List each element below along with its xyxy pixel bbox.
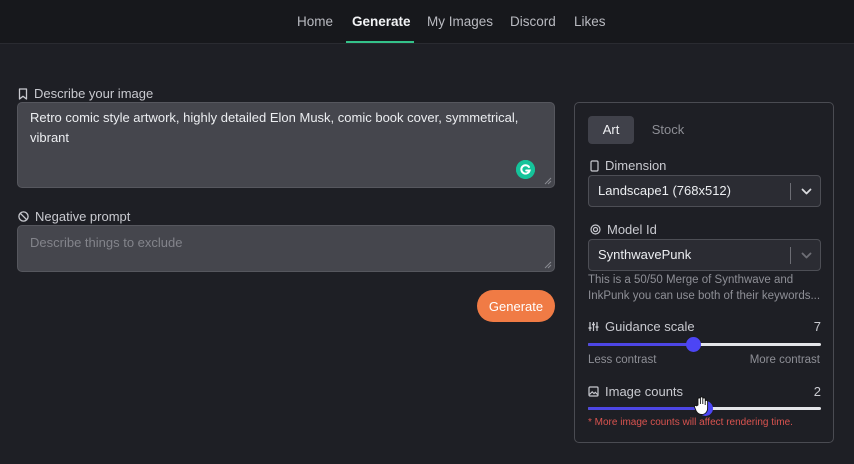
model-id-select[interactable]: SynthwavePunk bbox=[588, 239, 821, 271]
image-counts-fill bbox=[588, 407, 705, 410]
generate-button[interactable]: Generate bbox=[477, 290, 555, 322]
chevron-down-icon[interactable] bbox=[801, 250, 812, 261]
resize-handle-icon[interactable] bbox=[544, 261, 552, 269]
settings-panel: Art Stock Dimension Landscape1 (768x512)… bbox=[574, 102, 834, 443]
guidance-scale-label: Guidance scale bbox=[588, 319, 695, 334]
guidance-scale-thumb[interactable] bbox=[685, 337, 701, 352]
nav-generate[interactable]: Generate bbox=[352, 14, 411, 29]
top-nav: Home Generate My Images Discord Likes bbox=[0, 0, 854, 44]
ban-icon bbox=[18, 211, 29, 222]
negative-prompt-input[interactable]: Describe things to exclude bbox=[17, 225, 555, 272]
dimension-label-text: Dimension bbox=[605, 158, 667, 173]
select-separator bbox=[790, 247, 791, 264]
tab-stock[interactable]: Stock bbox=[644, 116, 692, 144]
model-id-select-value: SynthwavePunk bbox=[598, 247, 692, 262]
negative-prompt-label-text: Negative prompt bbox=[35, 209, 131, 224]
guidance-scale-value: 7 bbox=[813, 319, 821, 334]
tablet-icon bbox=[590, 159, 599, 172]
image-counts-warning: * More image counts will affect renderin… bbox=[588, 417, 793, 428]
dimension-select-value: Landscape1 (768x512) bbox=[598, 183, 731, 198]
guidance-scale-label-text: Guidance scale bbox=[605, 319, 695, 334]
dimension-select[interactable]: Landscape1 (768x512) bbox=[588, 175, 821, 207]
negative-prompt-placeholder: Describe things to exclude bbox=[30, 235, 183, 250]
hand-cursor-icon bbox=[694, 396, 709, 415]
negative-prompt-label: Negative prompt bbox=[18, 209, 130, 224]
nav-my-images[interactable]: My Images bbox=[427, 14, 493, 29]
guidance-scale-header: Guidance scale 7 bbox=[588, 319, 821, 334]
image-counts-label: Image counts bbox=[588, 384, 683, 399]
nav-likes[interactable]: Likes bbox=[574, 14, 606, 29]
resize-handle-icon[interactable] bbox=[544, 177, 552, 185]
target-icon bbox=[590, 224, 601, 235]
less-contrast-hint: Less contrast bbox=[588, 354, 657, 366]
prompt-input-text: Retro comic style artwork, highly detail… bbox=[30, 110, 519, 145]
bookmark-icon bbox=[18, 87, 28, 100]
guidance-scale-fill bbox=[588, 343, 693, 346]
select-separator bbox=[790, 183, 791, 200]
image-icon bbox=[588, 386, 599, 397]
guidance-scale-slider[interactable] bbox=[588, 337, 821, 352]
nav-discord[interactable]: Discord bbox=[510, 14, 556, 29]
prompt-input[interactable]: Retro comic style artwork, highly detail… bbox=[17, 102, 555, 188]
more-contrast-hint: More contrast bbox=[749, 354, 820, 366]
nav-home[interactable]: Home bbox=[297, 14, 333, 29]
prompt-label: Describe your image bbox=[18, 86, 153, 101]
prompt-label-text: Describe your image bbox=[34, 86, 154, 101]
model-id-label: Model Id bbox=[590, 222, 657, 237]
sliders-icon bbox=[588, 322, 599, 331]
grammarly-icon[interactable] bbox=[516, 160, 535, 179]
image-counts-value: 2 bbox=[813, 384, 821, 399]
tab-art[interactable]: Art bbox=[588, 116, 634, 144]
model-id-label-text: Model Id bbox=[607, 222, 657, 237]
active-tab-underline bbox=[346, 41, 414, 43]
image-counts-label-text: Image counts bbox=[605, 384, 684, 399]
chevron-down-icon[interactable] bbox=[801, 186, 812, 197]
model-description: This is a 50/50 Merge of Synthwave and I… bbox=[588, 274, 821, 302]
dimension-label: Dimension bbox=[590, 158, 666, 173]
